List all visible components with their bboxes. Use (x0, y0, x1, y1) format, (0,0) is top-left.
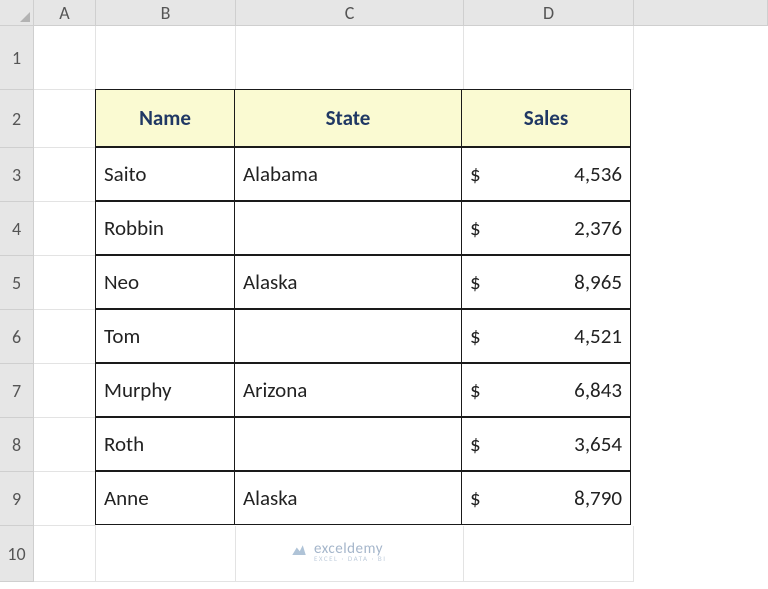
row-header-6[interactable]: 6 (0, 310, 34, 364)
cell-state-2[interactable]: Alaska (234, 255, 462, 309)
cell-name-6[interactable]: Anne (95, 471, 235, 525)
row-header-3[interactable]: 3 (0, 148, 34, 202)
cell-name-4[interactable]: Murphy (95, 363, 235, 417)
cell-state-5[interactable] (234, 417, 462, 471)
cell-sales-6[interactable]: $ 8,790 (461, 471, 631, 525)
cell-B10[interactable] (96, 526, 236, 582)
cell-sales-4[interactable]: $ 6,843 (461, 363, 631, 417)
cell-name-0[interactable]: Saito (95, 147, 235, 201)
currency-symbol: $ (470, 377, 481, 403)
cell-C1[interactable] (236, 26, 464, 90)
row-header-column: 1 2 3 4 5 6 7 8 9 10 (0, 26, 34, 582)
cell-state-6[interactable]: Alaska (234, 471, 462, 525)
cell-A9[interactable] (34, 472, 96, 526)
currency-symbol: $ (470, 323, 481, 349)
col-header-B[interactable]: B (96, 0, 236, 26)
cell-state-3[interactable] (234, 309, 462, 363)
col-header-D[interactable]: D (464, 0, 634, 26)
cell-A8[interactable] (34, 418, 96, 472)
row-header-8[interactable]: 8 (0, 418, 34, 472)
currency-symbol: $ (470, 161, 481, 187)
col-header-C[interactable]: C (236, 0, 464, 26)
watermark-tagline: EXCEL · DATA · BI (314, 555, 387, 562)
cell-A4[interactable] (34, 202, 96, 256)
cell-A6[interactable] (34, 310, 96, 364)
sales-value: 2,376 (574, 215, 622, 241)
cell-name-1[interactable]: Robbin (95, 201, 235, 255)
table-header-state[interactable]: State (234, 89, 462, 147)
row-header-1[interactable]: 1 (0, 26, 34, 90)
cell-A1[interactable] (34, 26, 96, 90)
cell-name-2[interactable]: Neo (95, 255, 235, 309)
cell-D1[interactable] (464, 26, 634, 90)
currency-symbol: $ (470, 215, 481, 241)
cell-state-4[interactable]: Arizona (234, 363, 462, 417)
sales-value: 4,521 (574, 323, 622, 349)
col-header-overflow (634, 0, 768, 26)
cell-sales-5[interactable]: $ 3,654 (461, 417, 631, 471)
row-header-7[interactable]: 7 (0, 364, 34, 418)
sales-value: 3,654 (574, 431, 622, 457)
cell-A7[interactable] (34, 364, 96, 418)
cell-sales-2[interactable]: $ 8,965 (461, 255, 631, 309)
cell-sales-0[interactable]: $ 4,536 (461, 147, 631, 201)
sales-value: 8,790 (574, 485, 622, 511)
row-header-10[interactable]: 10 (0, 526, 34, 582)
select-all-triangle[interactable] (0, 0, 34, 26)
cell-state-0[interactable]: Alabama (234, 147, 462, 201)
watermark: exceldemy EXCEL · DATA · BI (290, 540, 387, 563)
currency-symbol: $ (470, 485, 481, 511)
sales-value: 6,843 (574, 377, 622, 403)
cell-A3[interactable] (34, 148, 96, 202)
cell-D10[interactable] (464, 526, 634, 582)
row-header-4[interactable]: 4 (0, 202, 34, 256)
cell-grid: Name State Sales Saito Alabama $ 4,536 R… (34, 26, 634, 582)
cell-A10[interactable] (34, 526, 96, 582)
cell-B1[interactable] (96, 26, 236, 90)
cell-name-3[interactable]: Tom (95, 309, 235, 363)
spreadsheet: A B C D 1 2 3 4 5 6 7 8 9 10 Name State … (0, 0, 768, 589)
cell-state-1[interactable] (234, 201, 462, 255)
cell-A2[interactable] (34, 90, 96, 148)
cell-name-5[interactable]: Roth (95, 417, 235, 471)
currency-symbol: $ (470, 431, 481, 457)
cell-A5[interactable] (34, 256, 96, 310)
col-header-A[interactable]: A (34, 0, 96, 26)
table-header-name[interactable]: Name (95, 89, 235, 147)
column-header-row: A B C D (0, 0, 768, 26)
row-header-5[interactable]: 5 (0, 256, 34, 310)
watermark-logo-icon (290, 540, 308, 563)
currency-symbol: $ (470, 269, 481, 295)
cell-sales-1[interactable]: $ 2,376 (461, 201, 631, 255)
table-header-sales[interactable]: Sales (461, 89, 631, 147)
sales-value: 8,965 (574, 269, 622, 295)
row-header-9[interactable]: 9 (0, 472, 34, 526)
row-header-2[interactable]: 2 (0, 90, 34, 148)
sales-value: 4,536 (574, 161, 622, 187)
cell-sales-3[interactable]: $ 4,521 (461, 309, 631, 363)
